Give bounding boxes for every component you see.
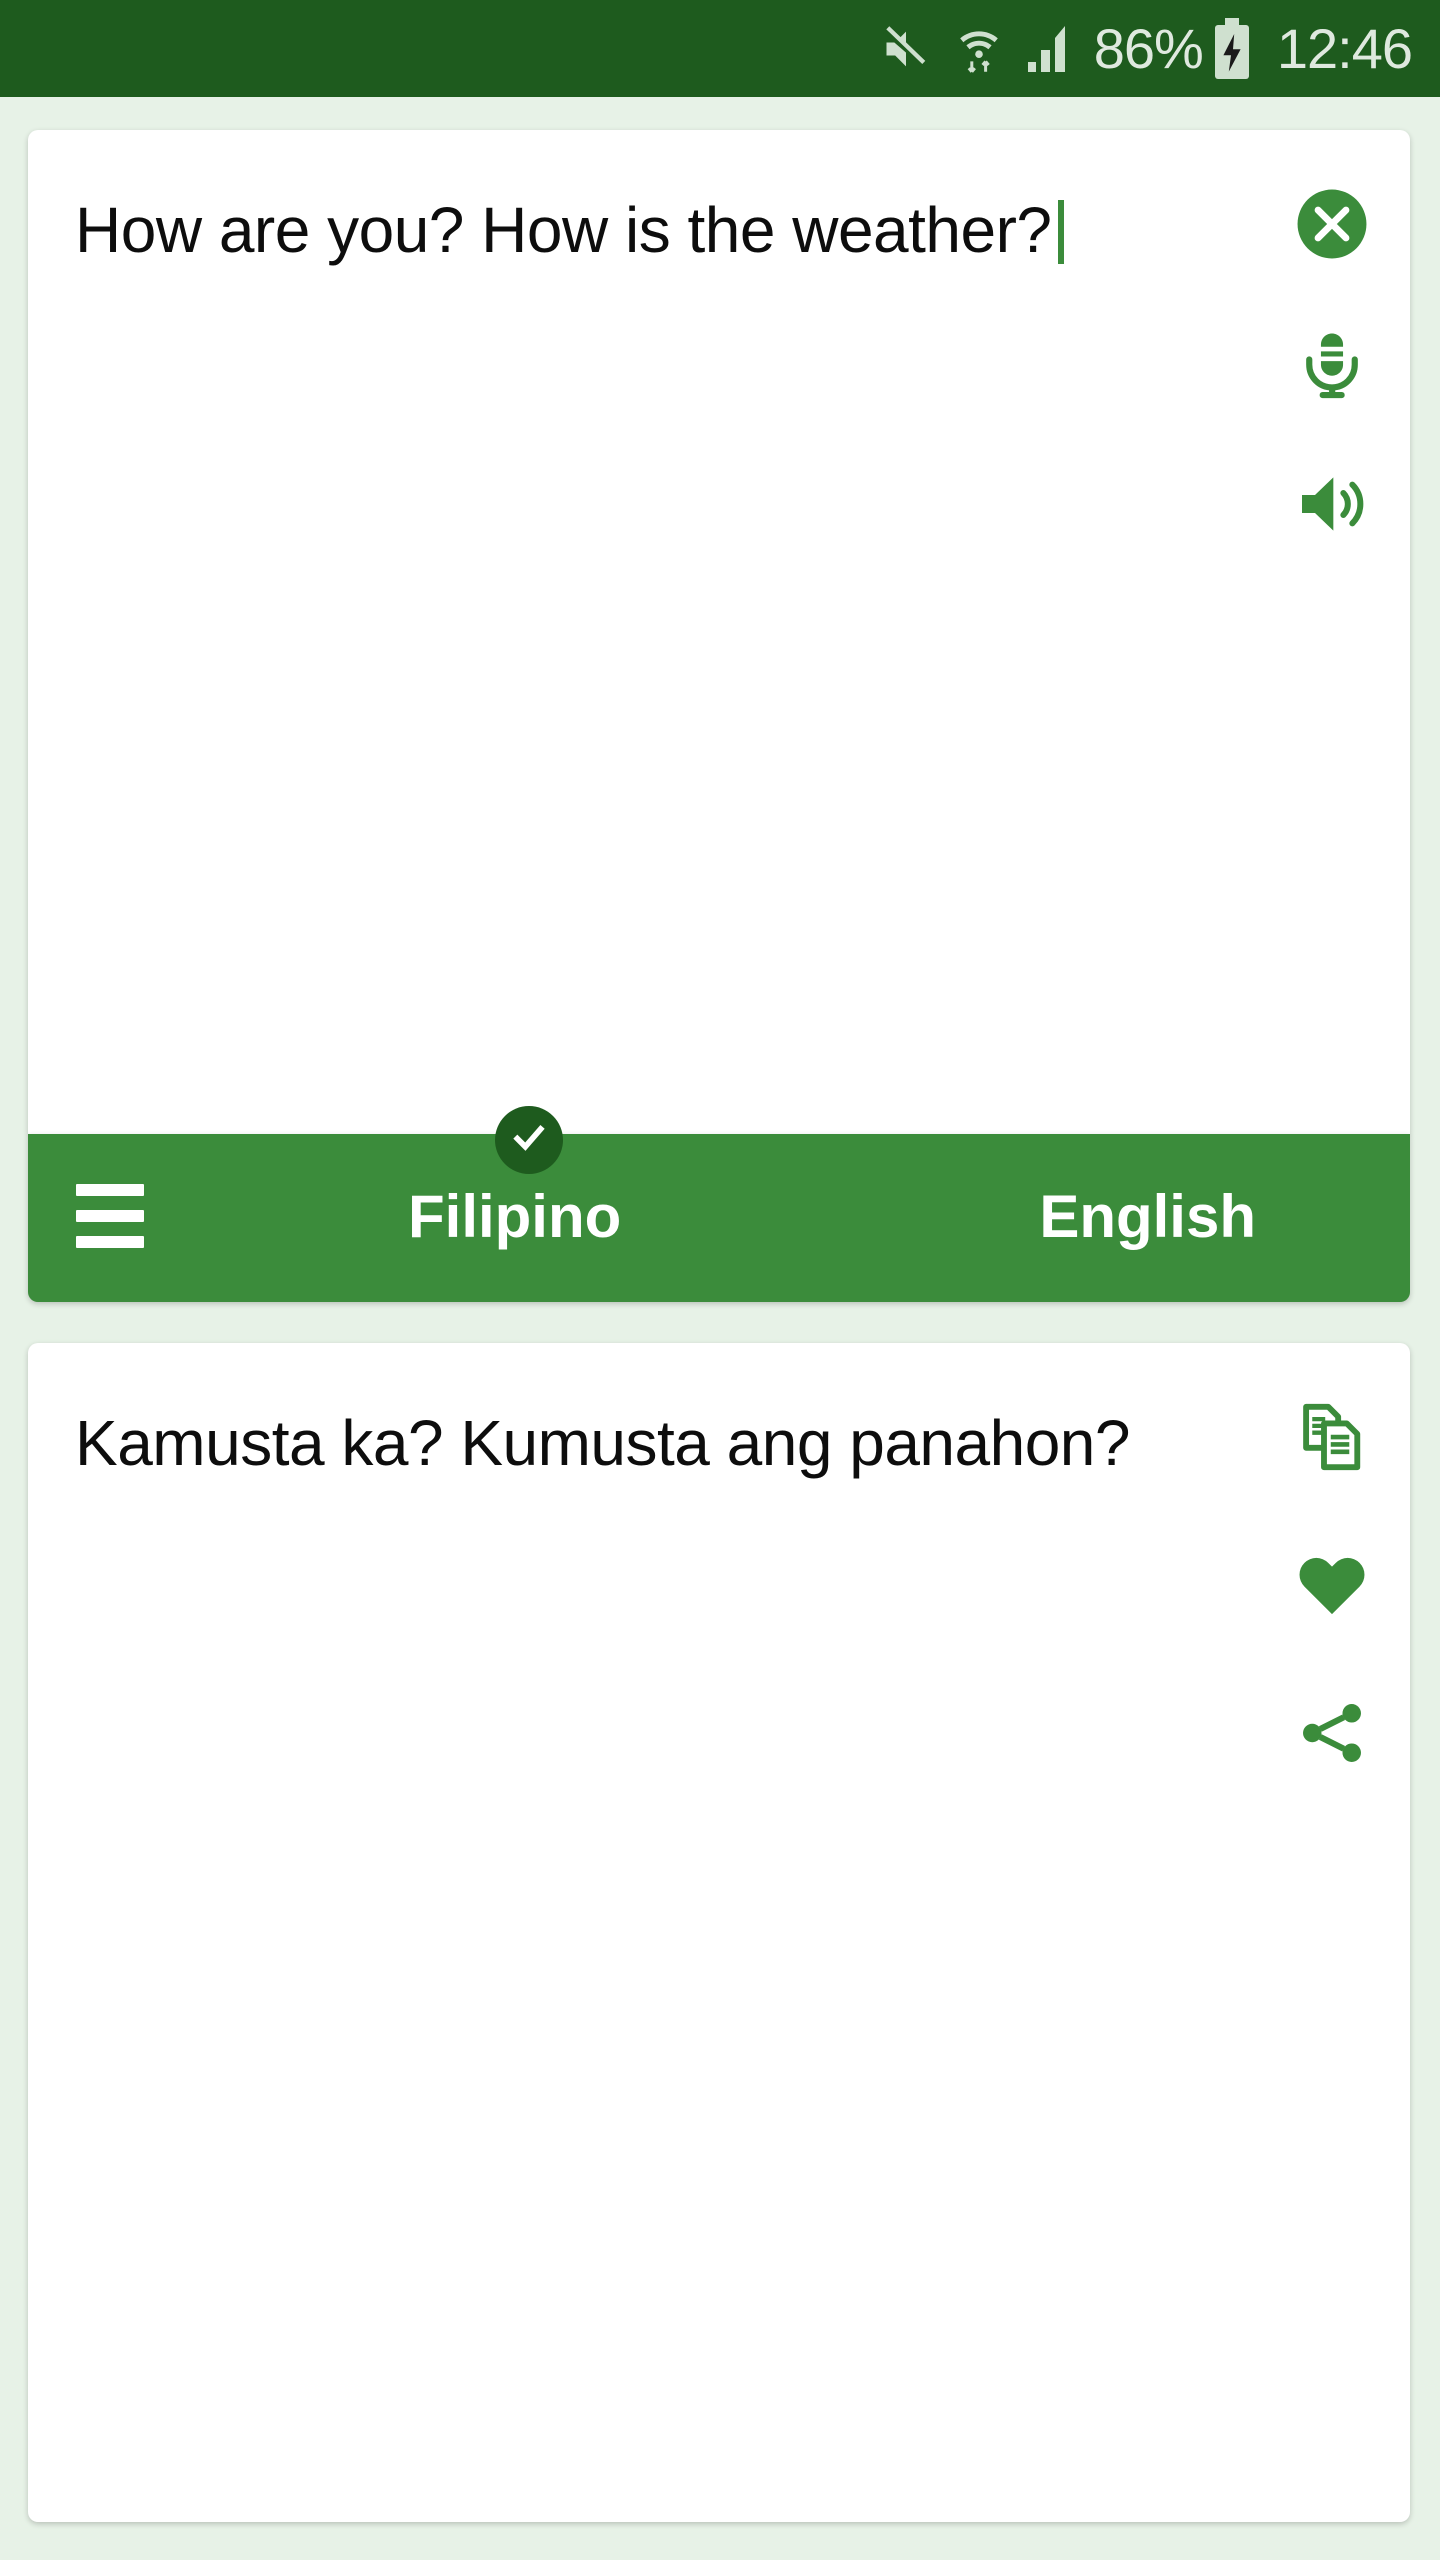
voice-input-button[interactable] — [1280, 314, 1384, 418]
translation-action-rail — [1280, 1387, 1384, 1831]
battery-charging-icon — [1213, 17, 1251, 80]
clear-button[interactable] — [1280, 174, 1384, 278]
microphone-icon — [1293, 325, 1371, 408]
check-icon — [509, 1118, 549, 1163]
wifi-icon — [954, 23, 1004, 75]
source-action-rail — [1280, 174, 1384, 594]
menu-button[interactable] — [76, 1184, 144, 1248]
source-language-button[interactable]: Filipino — [408, 1184, 621, 1250]
mute-icon — [880, 23, 932, 75]
copy-button[interactable] — [1280, 1387, 1384, 1491]
translated-text-card[interactable]: Kamusta ka? Kumusta ang panahon? — [28, 1343, 1410, 2522]
hamburger-line-bottom — [76, 1236, 144, 1248]
source-text[interactable]: How are you? How is the weather? — [75, 190, 1205, 272]
heart-icon — [1294, 1547, 1370, 1628]
share-button[interactable] — [1280, 1683, 1384, 1787]
text-caret — [1057, 200, 1064, 264]
share-icon — [1295, 1696, 1369, 1775]
source-text-value: How are you? How is the weather? — [75, 194, 1052, 266]
favorite-button[interactable] — [1280, 1535, 1384, 1639]
source-text-card[interactable]: How are you? How is the weather? — [28, 130, 1410, 1134]
speaker-icon — [1292, 464, 1372, 549]
battery-percent: 86% — [1093, 16, 1204, 80]
source-selected-badge — [495, 1106, 563, 1174]
hamburger-line-middle — [76, 1210, 144, 1222]
status-clock: 12:46 — [1276, 16, 1413, 80]
target-language-button[interactable]: English — [1039, 1184, 1256, 1250]
signal-icon — [1026, 24, 1078, 74]
language-selector-bar: Filipino English — [28, 1106, 1410, 1302]
translated-text: Kamusta ka? Kumusta ang panahon? — [75, 1407, 1130, 1479]
speak-source-button[interactable] — [1280, 454, 1384, 558]
close-circle-icon — [1293, 185, 1371, 268]
copy-icon — [1295, 1400, 1369, 1479]
hamburger-line-top — [76, 1184, 144, 1196]
status-bar: 86% 12:46 — [0, 0, 1440, 97]
